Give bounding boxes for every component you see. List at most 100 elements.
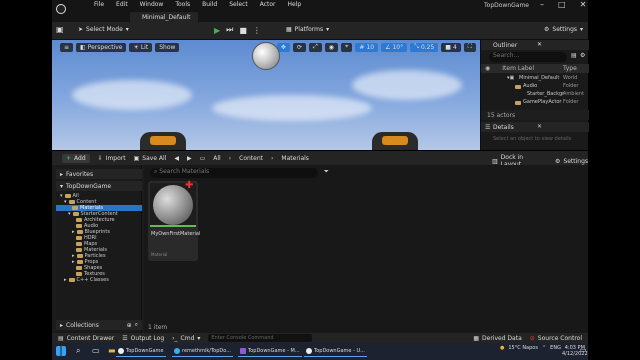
project-section[interactable]: ▾ TopDownGame	[56, 181, 142, 191]
angle-icon: ∠	[385, 43, 391, 51]
menu-help[interactable]: Help	[288, 1, 302, 8]
source-control-button[interactable]: ⊘ Source Control	[530, 335, 582, 342]
details-tab[interactable]: ☰ Details ✕	[481, 122, 589, 132]
outliner-row[interactable]: GamePlayActor Folder	[481, 99, 589, 107]
menu-file[interactable]: File	[94, 1, 104, 8]
row-label: Starter_Backgr	[527, 91, 565, 97]
collections-section[interactable]: ▸ Collections ⊕ ⌕	[56, 320, 142, 330]
close-icon[interactable]: ✕	[537, 41, 542, 48]
taskbar-item[interactable]: remethmik/TopDo...	[172, 346, 233, 357]
gear-icon[interactable]: ⚙	[580, 52, 585, 59]
select-mode-label: Select Mode	[86, 26, 123, 33]
world-space-icon[interactable]: ◉	[324, 42, 339, 52]
taskbar-item[interactable]: TopDownGame	[116, 346, 166, 357]
history-back-icon[interactable]: ◀	[174, 155, 179, 162]
lit-button[interactable]: ☀ Lit	[129, 42, 153, 52]
item-label-header[interactable]: Item Label	[502, 65, 534, 72]
import-button[interactable]: ⇩ Import	[98, 155, 126, 162]
explorer-icon[interactable]: ▬	[108, 346, 116, 355]
perspective-button[interactable]: ◧ Perspective	[76, 42, 127, 52]
scale-snap-icon: ⤡	[414, 43, 419, 50]
rotate-tool-icon[interactable]: ⟳	[292, 42, 306, 52]
main-toolbar: ▣ ➤ Select Mode ▾ ▶ ⏭ ■ ⋮ ▦ Platforms ▾ …	[52, 22, 588, 40]
drawer-icon: ▤	[58, 334, 64, 342]
path-all[interactable]: All	[213, 155, 220, 162]
folder-icon	[515, 101, 521, 105]
surface-snap-icon[interactable]: ⌖	[341, 42, 353, 52]
sky-sphere	[252, 42, 280, 70]
asset-tile[interactable]: ✚ MyOwnFirstMaterial Material	[148, 181, 200, 261]
history-forward-icon[interactable]: ▶	[187, 155, 192, 162]
folder-icon	[76, 254, 83, 258]
settings-label: Settings	[552, 26, 577, 33]
outliner-tab[interactable]: Outliner ✕	[481, 40, 589, 50]
tree-item-cpp-classes[interactable]: ▸ C++ Classes	[56, 277, 142, 283]
add-collection-icon[interactable]: ⊕	[127, 322, 132, 329]
cmd-label: Cmd	[180, 334, 195, 342]
favorites-section[interactable]: ▸ Favorites	[56, 169, 142, 179]
derived-data-button[interactable]: ▦ Derived Data	[473, 335, 521, 342]
close-icon[interactable]: ✕	[580, 0, 587, 9]
content-settings-button[interactable]: ⚙ Settings	[555, 158, 588, 165]
step-icon[interactable]: ⏭	[226, 25, 233, 35]
chevron-right-icon: ▸	[64, 277, 67, 283]
outliner-search-input[interactable]: Search...	[489, 52, 567, 62]
outliner-row[interactable]: Audio Folder	[481, 83, 589, 91]
close-icon[interactable]: ✕	[537, 123, 542, 130]
search-icon[interactable]: ⌕	[76, 346, 80, 356]
taskbar-item[interactable]: TopDownGame - M...	[238, 346, 302, 357]
stop-icon[interactable]: ■	[239, 26, 247, 35]
weather-label[interactable]: 15°C Napos	[508, 345, 538, 351]
folder-path-icon[interactable]: ▭	[200, 155, 206, 162]
menu-window[interactable]: Window	[140, 1, 164, 8]
camera-icon: ■	[445, 43, 451, 51]
minimize-icon[interactable]: –	[540, 0, 544, 9]
play-icon[interactable]: ▶	[214, 26, 220, 35]
menu-actor[interactable]: Actor	[260, 1, 276, 8]
camera-speed-button[interactable]: ■ 4	[441, 42, 461, 52]
outliner-row[interactable]: ▾▣ Minimal_Default World	[481, 75, 589, 83]
output-log-button[interactable]: ☰ Output Log	[122, 335, 164, 342]
scale-snap-button[interactable]: ⤡ 0.25	[410, 42, 439, 52]
maximize-viewport-icon[interactable]: ⛶	[463, 42, 476, 52]
tray-chevron-icon[interactable]: ⌃	[542, 345, 546, 351]
platforms-dropdown[interactable]: ▦ Platforms ▾	[286, 26, 329, 33]
import-icon: ⇩	[97, 154, 103, 162]
menu-select[interactable]: Select	[229, 1, 248, 8]
menu-tools[interactable]: Tools	[175, 1, 190, 8]
language-indicator[interactable]: ENG	[550, 345, 561, 351]
path-materials[interactable]: Materials	[281, 155, 309, 162]
more-options-icon[interactable]: ⋮	[253, 26, 261, 35]
outliner-row[interactable]: Starter_Backgr Ambient	[481, 91, 589, 99]
maximize-icon[interactable]: □	[558, 0, 566, 9]
add-button[interactable]: + Add	[62, 153, 90, 163]
asset-search-input[interactable]: ⌕ Search Materials	[150, 168, 318, 178]
save-icon[interactable]: ▣	[56, 25, 64, 34]
path-content[interactable]: Content	[239, 155, 263, 162]
folder-icon	[76, 224, 82, 228]
taskbar-item[interactable]: TopDownGame - U...	[304, 346, 367, 357]
search-icon[interactable]: ⌕	[135, 321, 138, 329]
cmd-dropdown[interactable]: ›_ Cmd ▾	[172, 335, 200, 342]
scale-tool-icon[interactable]: ⤢	[308, 42, 322, 52]
windows-start-icon[interactable]	[56, 346, 66, 356]
settings-button[interactable]: ⚙ Settings ▾	[544, 26, 583, 33]
folder-icon	[76, 248, 82, 252]
level-tab[interactable]: Minimal_Default	[130, 12, 199, 22]
add-folder-icon[interactable]: ▤	[571, 52, 577, 59]
viewport-options-button[interactable]: ≡	[60, 42, 74, 52]
details-panel: ☰ Details ✕ Select an object to view det…	[480, 120, 589, 150]
rotation-snap-button[interactable]: ∠ 10°	[381, 42, 408, 52]
content-drawer-button[interactable]: ▤ Content Drawer	[58, 335, 114, 342]
save-all-button[interactable]: ▣ Save All	[134, 155, 167, 162]
filter-icon[interactable]: ⏷	[324, 168, 329, 176]
console-input[interactable]: Enter Console Command	[208, 334, 313, 342]
menu-edit[interactable]: Edit	[116, 1, 128, 8]
show-button[interactable]: Show	[155, 42, 180, 52]
select-mode-dropdown[interactable]: ➤ Select Mode ▾	[78, 26, 129, 33]
type-header[interactable]: Type	[563, 65, 577, 72]
grid-snap-button[interactable]: #10	[355, 42, 379, 52]
task-view-icon[interactable]: ▭	[92, 346, 100, 355]
menu-build[interactable]: Build	[202, 1, 217, 8]
notifications-icon[interactable]: ▭	[580, 346, 587, 354]
